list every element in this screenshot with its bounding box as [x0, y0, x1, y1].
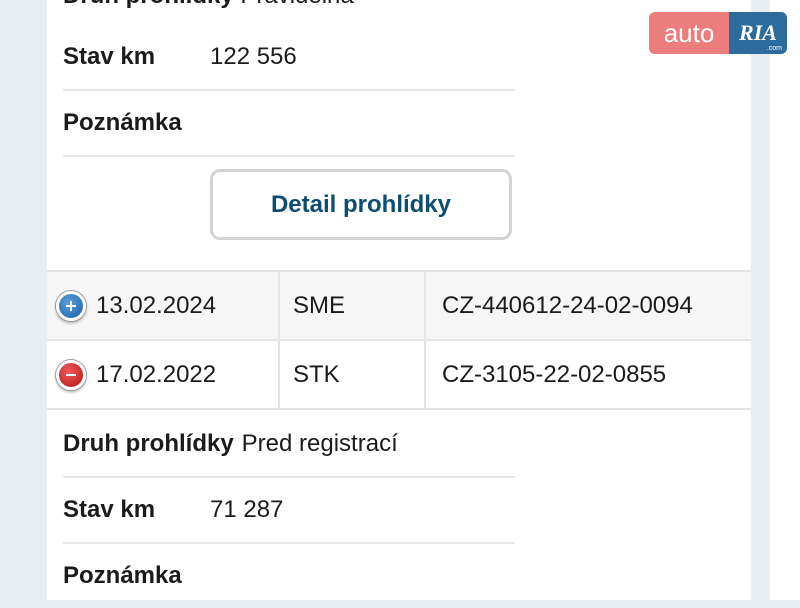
inspection-type-code: STK [293, 360, 340, 388]
inspection-type-row-cutoff: Druh prohlídky Pravidelná [63, 0, 354, 10]
table-row[interactable]: 13.02.2024 SME CZ-440612-24-02-0094 [47, 272, 751, 341]
table-row[interactable]: 17.02.2022 STK CZ-3105-22-02-0855 [47, 341, 751, 410]
note-row: Poznámka [63, 544, 515, 608]
inspection-type-value: Pravidelná [240, 0, 353, 9]
inspection-number: CZ-440612-24-02-0094 [442, 291, 693, 319]
plus-icon[interactable] [56, 290, 86, 321]
mileage-value: 71 287 [210, 496, 284, 523]
date-cell: 17.02.2022 [47, 341, 280, 408]
inspection-detail-button[interactable]: Detail prohlídky [210, 169, 512, 240]
mileage-row: Stav km 122 556 [63, 25, 515, 91]
inspection-type-label: Druh prohlídky [63, 430, 234, 457]
type-cell: STK [280, 341, 426, 408]
inspection-date: 17.02.2022 [96, 360, 217, 388]
watermark-auto: auto [649, 12, 729, 54]
note-label: Poznámka [63, 109, 182, 136]
inspection-type-code: SME [293, 291, 346, 319]
autoria-watermark: auto RIA .com [649, 12, 787, 54]
number-cell: CZ-3105-22-02-0855 [428, 341, 751, 408]
inspection-type-label: Druh prohlídky [63, 0, 234, 9]
mileage-row: Stav km 71 287 [63, 478, 515, 544]
mileage-label: Stav km [63, 496, 156, 523]
minus-icon[interactable] [56, 359, 86, 390]
type-cell: SME [280, 272, 426, 339]
number-cell: CZ-440612-24-02-0094 [428, 272, 751, 339]
inspection-number: CZ-3105-22-02-0855 [442, 360, 667, 388]
mileage-value: 122 556 [210, 43, 297, 70]
watermark-domain: .com [766, 45, 782, 52]
note-label: Poznámka [63, 562, 182, 589]
inspection-type-value: Pred registrací [241, 430, 398, 457]
right-strip [770, 0, 800, 600]
note-row: Poznámka [63, 91, 515, 157]
mileage-label: Stav km [63, 43, 156, 70]
inspection-type-row: Druh prohlídky Pred registrací [63, 412, 515, 478]
inspection-table: 13.02.2024 SME CZ-440612-24-02-0094 17.0… [47, 270, 751, 410]
date-cell: 13.02.2024 [47, 272, 280, 339]
watermark-ria-text: RIA [739, 20, 777, 45]
watermark-ria: RIA .com [729, 12, 787, 54]
inspection-date: 13.02.2024 [96, 291, 217, 319]
